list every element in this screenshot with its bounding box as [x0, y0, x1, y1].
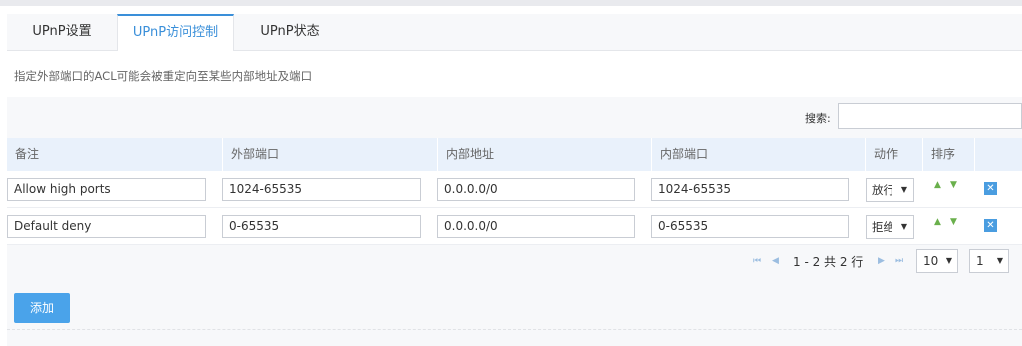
internal-port-input[interactable]: 0-65535 — [651, 215, 849, 238]
first-page-icon[interactable]: ⏮ — [753, 256, 761, 266]
note-input[interactable]: Allow high ports — [7, 178, 206, 201]
action-select-value: 拒绝 — [872, 220, 892, 234]
internal-address-input[interactable]: 0.0.0.0/0 — [437, 215, 635, 238]
column-header-note: 备注 — [15, 147, 40, 161]
prev-page-icon[interactable]: ◀ — [772, 256, 779, 266]
move-down-icon[interactable]: ▼ — [950, 217, 957, 227]
action-select[interactable]: 拒绝 ▼ — [866, 215, 914, 239]
move-up-icon[interactable]: ▲ — [934, 180, 941, 190]
page-number-select[interactable]: 1 ▼ — [969, 249, 1009, 273]
column-header-external-port: 外部端口 — [222, 138, 437, 171]
description-bar: 指定外部端口的ACL可能会被重定向至某些内部地址及端口 — [7, 51, 1022, 97]
add-button[interactable]: 添加 — [14, 293, 70, 323]
column-header-delete — [974, 138, 1022, 171]
delete-icon[interactable]: ✕ — [984, 182, 997, 195]
chevron-down-icon: ▼ — [900, 185, 907, 194]
internal-port-input[interactable]: 1024-65535 — [651, 178, 849, 201]
next-page-icon[interactable]: ▶ — [878, 256, 885, 266]
pagination: ⏮ ◀ 1 - 2 共 2 行 ▶ ⏭ 10 ▼ 1 ▼ — [7, 245, 1022, 277]
internal-address-input[interactable]: 0.0.0.0/0 — [437, 178, 635, 201]
pagination-summary: 1 - 2 共 2 行 — [793, 255, 864, 269]
delete-icon[interactable]: ✕ — [984, 219, 997, 232]
page-size-value: 10 — [923, 254, 939, 268]
note-input[interactable]: Default deny — [7, 215, 206, 238]
table-row: Allow high ports 1024-65535 0.0.0.0/0 10… — [7, 171, 1022, 208]
last-page-icon[interactable]: ⏭ — [895, 256, 903, 266]
description-text: 指定外部端口的ACL可能会被重定向至某些内部地址及端口 — [14, 69, 313, 83]
tab-upnp-access-control[interactable]: UPnP访问控制 — [117, 14, 234, 52]
search-label: 搜索: — [805, 112, 831, 125]
table-row: Default deny 0-65535 0.0.0.0/0 0-65535 拒… — [7, 208, 1022, 245]
search-input[interactable] — [838, 103, 1022, 129]
column-header-order: 排序 — [922, 138, 974, 171]
move-down-icon[interactable]: ▼ — [950, 180, 957, 190]
search-row: 搜索: — [7, 98, 1022, 138]
page-number-value: 1 — [976, 254, 984, 268]
chevron-down-icon: ▼ — [945, 256, 952, 265]
page-size-select[interactable]: 10 ▼ — [916, 249, 958, 273]
chevron-down-icon: ▼ — [996, 256, 1003, 265]
column-header-internal-port: 内部端口 — [651, 138, 865, 171]
column-header-internal-address: 内部地址 — [437, 138, 651, 171]
external-port-input[interactable]: 1024-65535 — [222, 178, 421, 201]
external-port-input[interactable]: 0-65535 — [222, 215, 421, 238]
tab-upnp-status[interactable]: UPnP状态 — [234, 14, 346, 51]
chevron-down-icon: ▼ — [900, 222, 907, 231]
action-select-value: 放行 — [872, 183, 892, 197]
upnp-panel: UPnP设置 UPnP访问控制 UPnP状态 指定外部端口的ACL可能会被重定向… — [7, 14, 1022, 346]
tab-bar: UPnP设置 UPnP访问控制 UPnP状态 — [7, 14, 1022, 52]
divider — [7, 329, 1022, 330]
table-header: 备注 外部端口 内部地址 内部端口 动作 排序 — [7, 138, 1022, 171]
column-header-action: 动作 — [865, 138, 922, 171]
top-strip — [0, 0, 1022, 6]
action-select[interactable]: 放行 ▼ — [866, 178, 914, 202]
tab-upnp-settings[interactable]: UPnP设置 — [7, 14, 117, 51]
move-up-icon[interactable]: ▲ — [934, 217, 941, 227]
